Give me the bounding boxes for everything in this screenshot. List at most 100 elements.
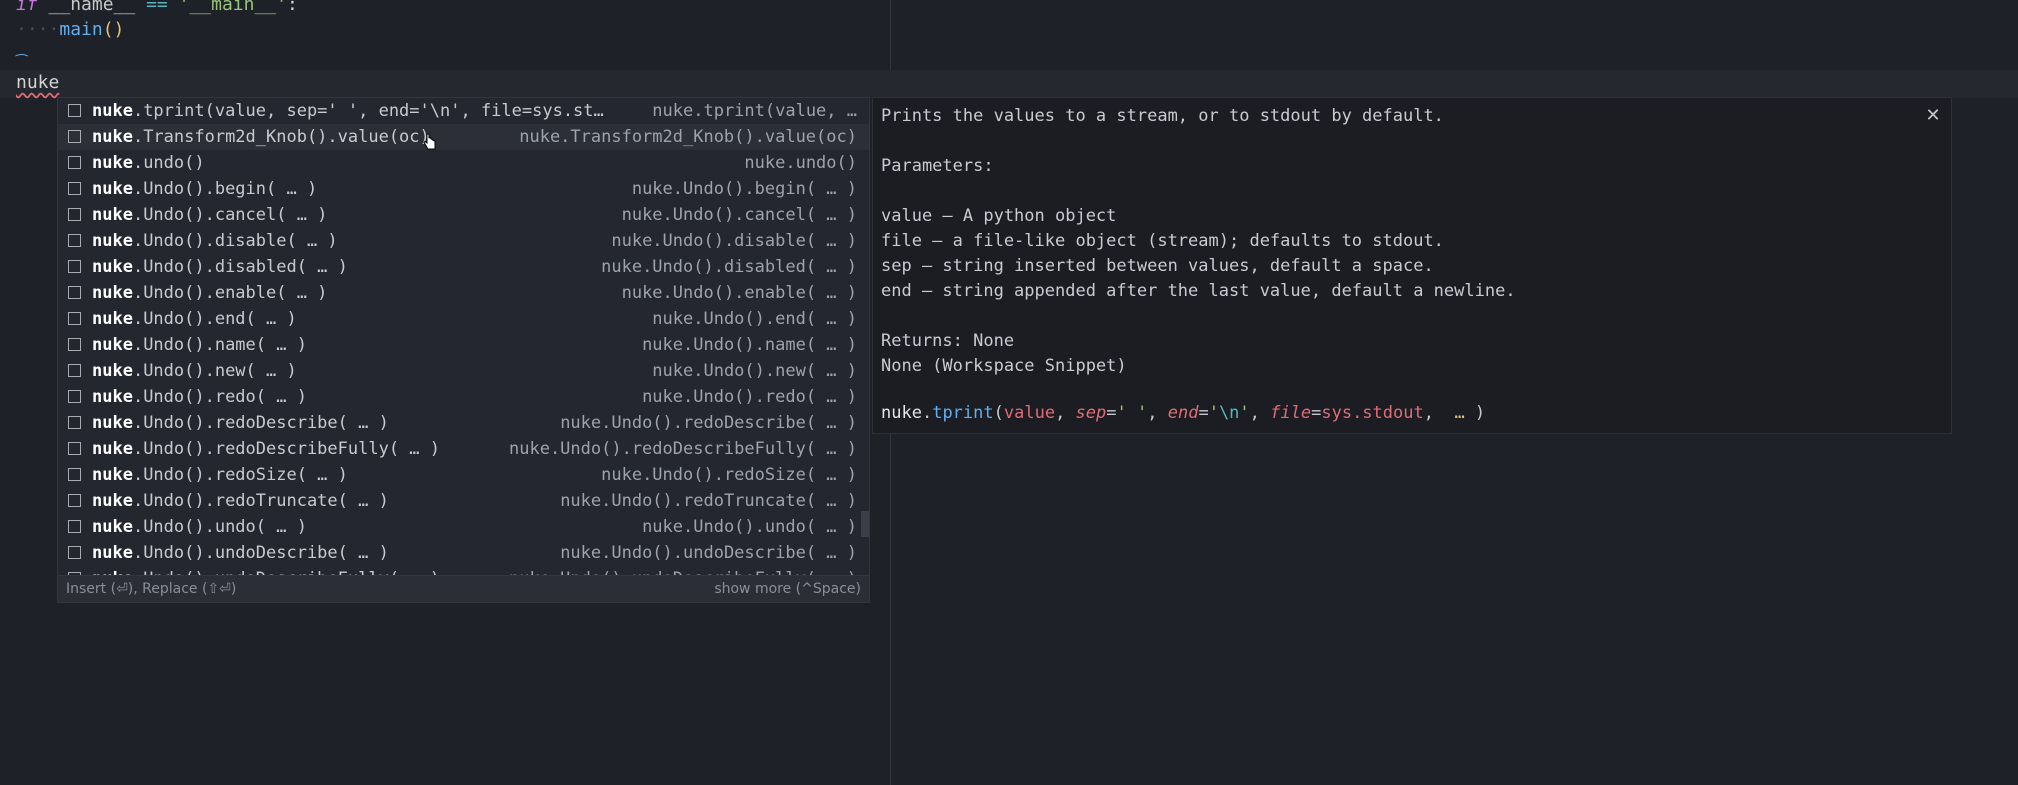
suggestion-item[interactable]: nuke.Undo().redoTruncate( … ) nuke.Undo()… [58, 488, 869, 514]
typed-word: nuke [16, 72, 60, 93]
show-more-link[interactable]: show more (^Space) [714, 576, 861, 602]
suggestion-label-rest: .Undo().new( … ) [132, 361, 297, 381]
suggestion-label-rest: .Undo().name( … ) [132, 335, 307, 355]
snippet-kind-icon [68, 468, 81, 481]
suggestion-detail: nuke.Undo().redoSize( … ) [601, 465, 857, 485]
suggestion-label-rest: .tprint(value, sep=' ', end='\n', file=s… [132, 101, 604, 121]
close-icon[interactable]: ✕ [1923, 106, 1943, 126]
suggestion-detail: nuke.undo() [744, 153, 857, 173]
suggestion-label: nuke.Undo().undoDescribe( … ) [92, 540, 389, 566]
suggestion-label-rest: .Undo().cancel( … ) [132, 205, 328, 225]
suggestion-list[interactable]: nuke .tprint(value, sep=' ', end='\n', fi… [58, 98, 869, 576]
typed-text[interactable]: nuke [16, 70, 59, 96]
suggestion-detail: nuke.Undo().disabled( … ) [601, 257, 857, 277]
sig-kw-end: end [1167, 403, 1199, 423]
sig-eq: = [1106, 403, 1117, 423]
lightbulb-hint-icon[interactable]: ⁀ [16, 56, 27, 70]
suggestion-label: nuke.Undo().disabled( … ) [92, 254, 348, 280]
suggestion-detail: nuke.Undo().new( … ) [652, 361, 857, 381]
suggestion-label: nuke.Undo().redoTruncate( … ) [92, 488, 389, 514]
sig-kw-file: file [1270, 403, 1312, 423]
suggestion-label-rest: .Undo().undoDescribe( … ) [132, 543, 389, 563]
suggestion-match-highlight: nuke [92, 283, 133, 303]
suggestion-item[interactable]: nuke.Undo().end( … ) nuke.Undo().end( … ) [58, 306, 869, 332]
suggestion-label: nuke.Undo().new( … ) [92, 358, 297, 384]
suggestion-item[interactable]: nuke.Undo().new( … ) nuke.Undo().new( … ) [58, 358, 869, 384]
suggestion-item[interactable]: nuke.Undo().undo( … ) nuke.Undo().undo( …… [58, 514, 869, 540]
snippet-kind-icon [68, 130, 81, 143]
suggestion-detail: nuke.Undo().undo( … ) [642, 517, 857, 537]
suggestion-item[interactable]: nuke.Undo().redoDescribeFully( … ) nuke.U… [58, 436, 869, 462]
suggestion-match-highlight: nuke [92, 257, 133, 277]
current-line-highlight [0, 70, 2018, 98]
suggestion-detail: nuke.Undo().redo( … ) [642, 387, 857, 407]
suggestion-label: nuke.Undo().disable( … ) [92, 228, 338, 254]
suggestion-label: nuke.Undo().redoDescribe( … ) [92, 410, 389, 436]
function-main: main [59, 19, 103, 40]
suggestion-match-highlight: nuke [92, 465, 133, 485]
suggestion-item[interactable]: nuke.Undo().disable( … ) nuke.Undo().disa… [58, 228, 869, 254]
snippet-kind-icon [68, 390, 81, 403]
suggestion-item[interactable]: nuke.tprint(value, sep=' ', end='\n', fi… [58, 98, 869, 124]
suggestion-match-highlight: nuke [92, 335, 133, 355]
sig-kw-sep: sep [1075, 403, 1107, 423]
suggestion-label-rest: .Undo().disabled( … ) [132, 257, 348, 277]
sig-escape: \n [1218, 403, 1240, 423]
sig-quote: ' [1208, 403, 1219, 423]
suggestion-match-highlight: nuke [92, 387, 133, 407]
suggestion-detail: nuke.Undo().name( … ) [642, 335, 857, 355]
snippet-kind-icon [68, 208, 81, 221]
suggestion-match-highlight: nuke [92, 127, 133, 147]
sig-close-paren: ) [1474, 403, 1486, 423]
snippet-kind-icon [68, 286, 81, 299]
suggestion-item[interactable]: nuke.Undo().begin( … ) nuke.Undo().begin(… [58, 176, 869, 202]
doc-signature: nuke.tprint(value, sep=' ', end='\n', fi… [881, 401, 1485, 425]
suggestion-widget[interactable]: nuke .tprint(value, sep=' ', end='\n', fi… [57, 97, 870, 603]
footer-insert-replace-hint: Insert (⏎), Replace (⇧⏎) [66, 581, 237, 597]
doc-param-sep: sep – string inserted between values, de… [881, 256, 1434, 276]
suggestion-label: nuke.Undo().redoSize( … ) [92, 462, 348, 488]
snippet-kind-icon [68, 338, 81, 351]
sig-comma: , [1147, 403, 1168, 423]
suggestion-match-highlight: nuke [92, 517, 133, 537]
suggestion-footer: Insert (⏎), Replace (⇧⏎) show more (^Spa… [58, 575, 869, 602]
suggestion-item[interactable]: nuke.Transform2d_Knob().value(oc) nuke.Tr… [58, 124, 869, 150]
suggestion-label-rest: .Undo().redo( … ) [132, 387, 307, 407]
suggestion-item[interactable]: nuke.Undo().redoSize( … ) nuke.Undo().red… [58, 462, 869, 488]
colon: : [286, 0, 298, 15]
suggestion-item[interactable]: nuke.Undo().cancel( … ) nuke.Undo().cance… [58, 202, 869, 228]
suggestion-label-rest: .Undo().redoSize( … ) [132, 465, 348, 485]
suggestion-item[interactable]: nuke.Undo().redoDescribe( … ) nuke.Undo()… [58, 410, 869, 436]
suggestion-label: nuke.Undo().cancel( … ) [92, 202, 327, 228]
keyword-if: if [16, 0, 38, 15]
suggestion-label: nuke.tprint(value, sep=' ', end='\n', fi… [92, 98, 604, 124]
snippet-kind-icon [68, 442, 81, 455]
suggestion-label: nuke.Undo().redoDescribeFully( … ) [92, 436, 440, 462]
suggestion-detail: nuke.Undo().enable( … ) [621, 283, 857, 303]
suggestion-label: nuke.Undo().redo( … ) [92, 384, 307, 410]
suggestion-item[interactable]: nuke.Undo().name( … ) nuke.Undo().name( …… [58, 332, 869, 358]
suggestion-match-highlight: nuke [92, 309, 133, 329]
sig-sep-default: ' ' [1116, 403, 1148, 423]
mouse-hand-cursor-icon [423, 133, 436, 150]
suggestion-label-rest: .Undo().begin( … ) [132, 179, 318, 199]
suggestion-item[interactable]: nuke.Undo().enable( … ) nuke.Undo().enabl… [58, 280, 869, 306]
sig-comma: , [1055, 403, 1076, 423]
suggestion-scrollbar[interactable] [861, 511, 869, 537]
suggestion-detail: nuke.Undo().begin( … ) [631, 179, 857, 199]
doc-param-end: end – string appended after the last val… [881, 281, 1516, 301]
sig-quote: ' [1239, 403, 1250, 423]
suggestion-item[interactable]: nuke.undo() nuke.undo() [58, 150, 869, 176]
call-parens: () [102, 19, 125, 40]
suggestion-match-highlight: nuke [92, 231, 133, 251]
suggestion-item[interactable]: nuke.Undo().disabled( … ) nuke.Undo().dis… [58, 254, 869, 280]
suggestion-item[interactable]: nuke.Undo().undoDescribe( … ) nuke.Undo()… [58, 540, 869, 566]
dunder-name: __name__ [48, 0, 136, 15]
snippet-kind-icon [68, 182, 81, 195]
suggestion-match-highlight: nuke [92, 543, 133, 563]
suggestion-label-rest: .Undo().disable( … ) [132, 231, 338, 251]
suggestion-item[interactable]: nuke.Undo().redo( … ) nuke.Undo().redo( …… [58, 384, 869, 410]
sig-ellipsis: … [1444, 403, 1475, 423]
doc-source: None (Workspace Snippet) [881, 356, 1127, 376]
snippet-kind-icon [68, 260, 81, 273]
